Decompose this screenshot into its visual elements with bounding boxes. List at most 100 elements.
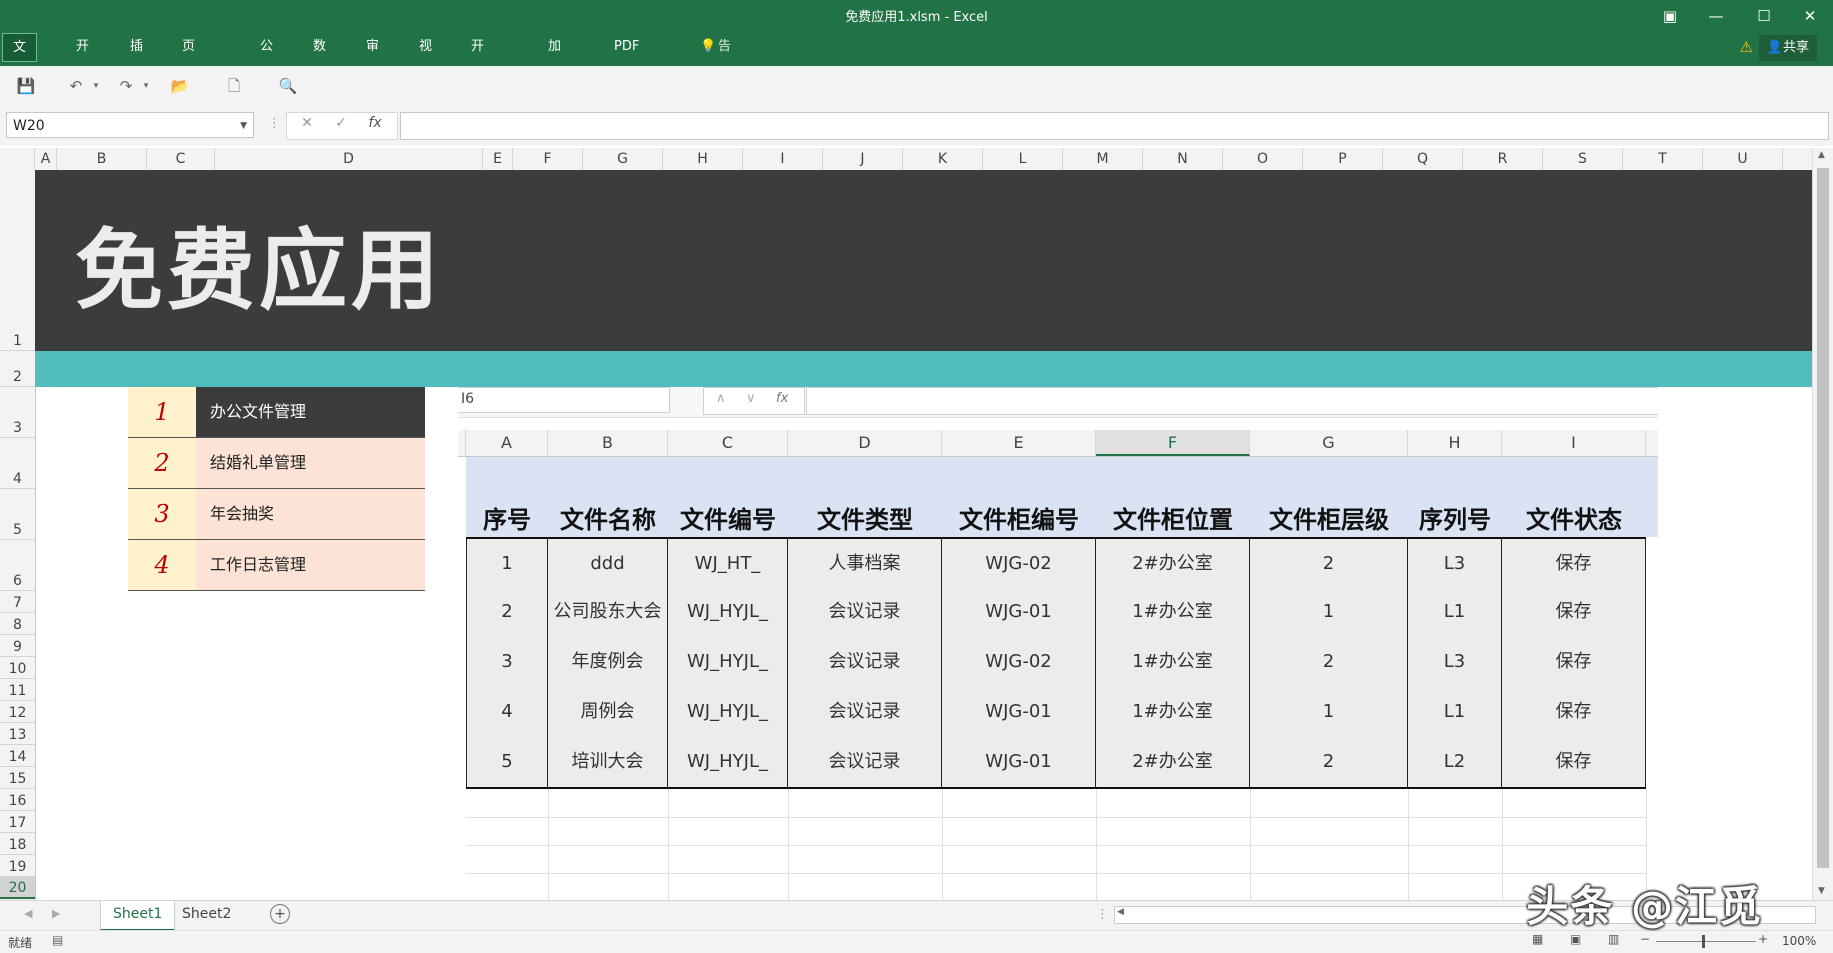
column-header[interactable]: B xyxy=(57,148,147,170)
column-header[interactable]: F xyxy=(513,148,583,170)
name-box[interactable]: W20 ▼ xyxy=(6,112,254,138)
row-header[interactable]: 17 xyxy=(0,811,35,833)
scroll-up-icon[interactable]: ▲ xyxy=(1818,150,1825,160)
scroll-thumb[interactable] xyxy=(1817,168,1829,868)
row-header[interactable]: 5 xyxy=(0,489,35,540)
zoom-level[interactable]: 100% xyxy=(1782,934,1816,948)
row-header[interactable]: 16 xyxy=(0,789,35,811)
tab-formulas[interactable]: 公式 xyxy=(260,32,273,84)
page-layout-view-icon[interactable]: ▣ xyxy=(1570,932,1581,946)
select-all-corner[interactable] xyxy=(0,148,35,170)
print-preview-icon[interactable]: 🔍 xyxy=(276,74,300,98)
column-header[interactable]: I xyxy=(743,148,823,170)
formula-input[interactable] xyxy=(400,112,1829,140)
zoom-in-icon[interactable]: + xyxy=(1758,932,1768,946)
vertical-scrollbar[interactable]: ▲ ▼ xyxy=(1812,148,1833,900)
tab-review[interactable]: 审阅 xyxy=(366,32,379,84)
column-header[interactable]: N xyxy=(1143,148,1223,170)
table-cell: 保存 xyxy=(1502,587,1646,637)
macro-record-icon[interactable]: ▤ xyxy=(52,933,63,947)
zoom-out-icon[interactable]: − xyxy=(1640,932,1650,946)
column-header[interactable]: P xyxy=(1303,148,1383,170)
table-cell: L1 xyxy=(1408,687,1502,737)
column-header[interactable]: Q xyxy=(1383,148,1463,170)
column-header[interactable]: R xyxy=(1463,148,1543,170)
column-header[interactable]: H xyxy=(663,148,743,170)
next-sheet-icon[interactable]: ▶ xyxy=(52,907,60,920)
tab-page-layout[interactable]: 页面布局 xyxy=(182,32,195,144)
table-cell: 1#办公室 xyxy=(1096,587,1250,637)
tab-view[interactable]: 视图 xyxy=(419,32,432,84)
row-header[interactable]: 20 xyxy=(0,877,35,899)
row-header[interactable]: 15 xyxy=(0,767,35,789)
tab-sheet2[interactable]: Sheet2 xyxy=(170,901,243,929)
open-folder-icon[interactable]: 📂 xyxy=(168,74,192,98)
tab-developer[interactable]: 开发工具 xyxy=(471,32,484,144)
column-header[interactable]: U xyxy=(1703,148,1783,170)
undo-dropdown-icon[interactable]: ▾ xyxy=(84,74,108,98)
zoom-slider[interactable] xyxy=(1656,941,1756,942)
add-sheet-icon[interactable]: + xyxy=(270,904,290,924)
column-header[interactable]: O xyxy=(1223,148,1303,170)
scroll-down-icon[interactable]: ▼ xyxy=(1818,886,1825,896)
prev-sheet-icon[interactable]: ◀ xyxy=(24,907,32,920)
row-header[interactable]: 3 xyxy=(0,387,35,438)
column-header[interactable]: S xyxy=(1543,148,1623,170)
row-header[interactable]: 11 xyxy=(0,679,35,701)
ribbon-display-icon[interactable]: ▣ xyxy=(1650,4,1690,28)
maximize-button[interactable]: ☐ xyxy=(1744,4,1784,28)
row-header[interactable]: 10 xyxy=(0,657,35,679)
menu-item-annual-lottery[interactable]: 3 年会抽奖 xyxy=(128,489,425,540)
warning-icon[interactable]: ⚠ xyxy=(1740,38,1753,56)
column-header[interactable]: K xyxy=(903,148,983,170)
chevron-down-icon[interactable]: ▼ xyxy=(240,113,247,139)
row-header[interactable]: 4 xyxy=(0,438,35,489)
row-header[interactable]: 9 xyxy=(0,635,35,657)
column-header[interactable]: D xyxy=(215,148,483,170)
row-header[interactable]: 8 xyxy=(0,613,35,635)
tab-data[interactable]: 数据 xyxy=(313,32,326,84)
column-header[interactable]: M xyxy=(1063,148,1143,170)
share-button[interactable]: 👤共享 xyxy=(1758,35,1817,61)
save-icon[interactable]: 💾 xyxy=(14,74,38,98)
cancel-icon[interactable]: ✕ xyxy=(293,115,321,131)
new-file-icon[interactable]: 🗋 xyxy=(222,74,246,98)
column-header[interactable]: A xyxy=(35,148,57,170)
normal-view-icon[interactable]: ▦ xyxy=(1532,932,1543,946)
zoom-slider-thumb[interactable] xyxy=(1702,935,1705,948)
tab-sheet1[interactable]: Sheet1 xyxy=(100,901,176,931)
tab-insert[interactable]: 插入 xyxy=(130,32,143,84)
row-header[interactable]: 19 xyxy=(0,855,35,877)
minimize-button[interactable]: — xyxy=(1696,4,1736,28)
row-header[interactable]: 14 xyxy=(0,745,35,767)
menu-item-wedding-gifts[interactable]: 2 结婚礼单管理 xyxy=(128,438,425,489)
column-header[interactable]: E xyxy=(483,148,513,170)
row-header[interactable]: 6 xyxy=(0,540,35,591)
row-header[interactable]: 2 xyxy=(0,351,35,387)
menu-item-work-log[interactable]: 4 工作日志管理 xyxy=(128,540,425,591)
page-break-view-icon[interactable]: ▥ xyxy=(1608,932,1619,946)
row-header[interactable]: 12 xyxy=(0,701,35,723)
tab-addins[interactable]: 加载项 xyxy=(548,32,561,114)
column-header[interactable]: C xyxy=(147,148,215,170)
column-header[interactable]: L xyxy=(983,148,1063,170)
row-header[interactable]: 7 xyxy=(0,591,35,613)
tab-file[interactable]: 文件 xyxy=(2,33,38,82)
scroll-left-icon[interactable]: ◀ xyxy=(1117,907,1124,917)
tab-home[interactable]: 开始 xyxy=(76,32,89,84)
row-header[interactable]: 13 xyxy=(0,723,35,745)
more-icon: ⋮ xyxy=(268,116,281,131)
close-button[interactable]: ✕ xyxy=(1790,4,1830,28)
enter-icon[interactable]: ✓ xyxy=(327,115,355,131)
row-header[interactable]: 18 xyxy=(0,833,35,855)
column-header[interactable]: T xyxy=(1623,148,1703,170)
tell-me-search[interactable]: 告诉我您想要做什么... xyxy=(718,32,743,294)
column-header[interactable]: J xyxy=(823,148,903,170)
column-header[interactable]: G xyxy=(583,148,663,170)
insert-function-icon[interactable]: fx xyxy=(361,115,389,131)
empty-grid-row xyxy=(466,845,1646,874)
tab-pdf-tools[interactable]: PDF工具集 xyxy=(614,32,639,144)
row-header[interactable]: 1 xyxy=(0,170,35,351)
menu-item-office-files[interactable]: 1 办公文件管理 xyxy=(128,387,425,438)
redo-dropdown-icon[interactable]: ▾ xyxy=(134,74,158,98)
